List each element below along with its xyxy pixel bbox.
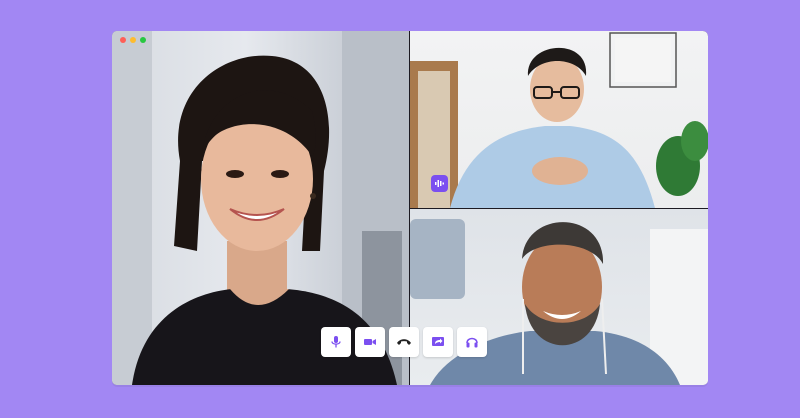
microphone-icon <box>331 336 341 348</box>
mute-microphone-button[interactable] <box>321 327 351 357</box>
participant-video-man-beard <box>410 219 708 385</box>
participant-tile-bottom-right[interactable] <box>410 209 708 385</box>
audio-settings-button[interactable] <box>457 327 487 357</box>
headphones-icon <box>466 337 478 348</box>
call-controls-toolbar <box>321 327 487 357</box>
video-call-window <box>112 31 708 385</box>
maximize-dot[interactable] <box>140 37 146 43</box>
close-dot[interactable] <box>120 37 126 43</box>
camera-icon <box>364 339 376 345</box>
share-screen-button[interactable] <box>423 327 453 357</box>
end-call-button[interactable] <box>389 327 419 357</box>
speaking-indicator-icon <box>431 175 448 192</box>
share-screen-icon <box>432 337 444 346</box>
window-controls <box>120 37 146 43</box>
participant-video-man-glasses <box>410 32 708 208</box>
participant-tile-top-right[interactable] <box>410 31 708 208</box>
hang-up-icon <box>397 339 411 345</box>
toggle-camera-button[interactable] <box>355 327 385 357</box>
minimize-dot[interactable] <box>130 37 136 43</box>
